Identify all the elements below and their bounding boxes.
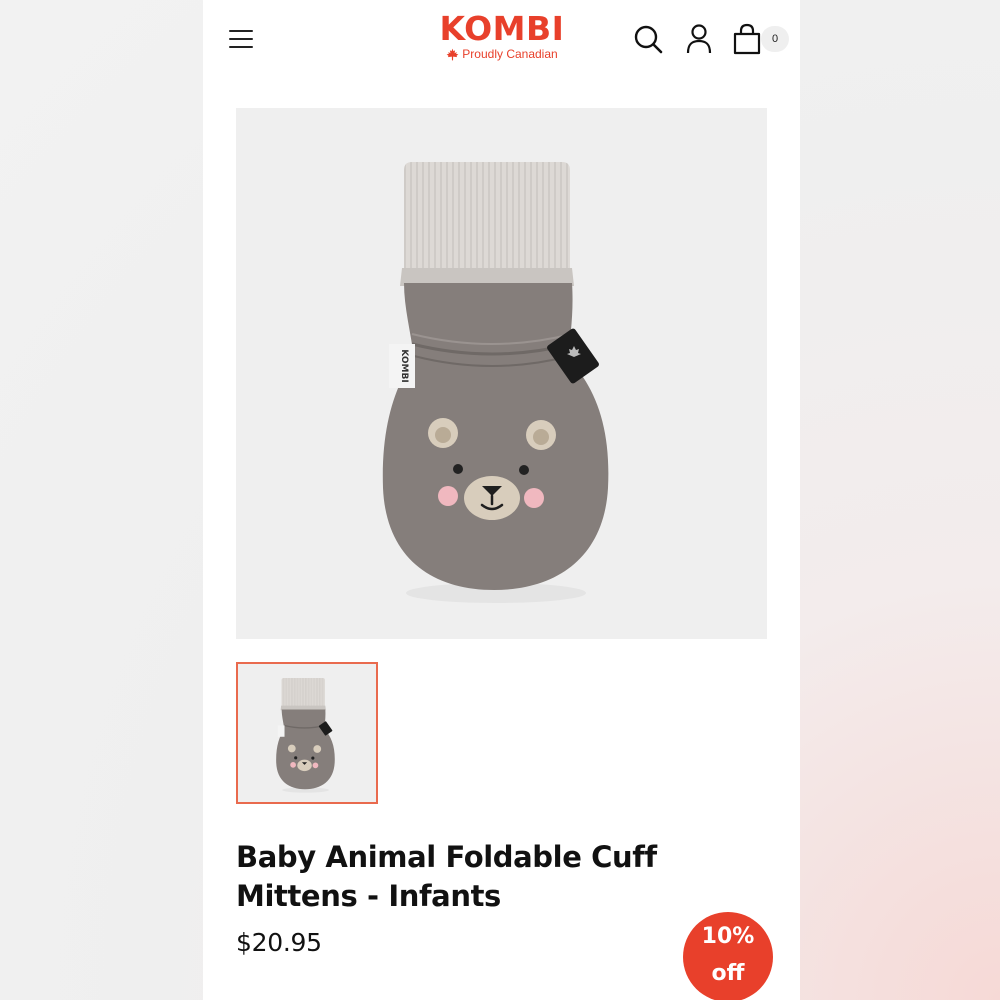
brand-tagline-text: Proudly Canadian [462,47,558,61]
hamburger-icon[interactable] [227,26,255,52]
phone-screen: KOMBI Proudly Canadian 0 KOMBI Baby Anim… [203,0,800,1000]
product-price: $20.95 [236,928,322,957]
brand-logo[interactable]: KOMBI Proudly Canadian [439,9,565,62]
mitten-label-text: KOMBI [399,349,409,382]
bear-mitten-thumbnail[interactable] [236,662,378,804]
bear-mitten-image[interactable]: KOMBI [236,108,767,639]
cart-count-badge[interactable]: 0 [761,26,789,52]
site-header: KOMBI Proudly Canadian 0 [203,0,800,80]
product-title: Baby Animal Foldable Cuff Mittens - Infa… [236,840,657,913]
discount-badge[interactable]: 10% off [683,912,773,1000]
discount-percent: 10% [701,924,755,949]
shopping-bag-icon[interactable] [731,22,763,56]
discount-off: off [711,961,745,986]
brand-name: KOMBI [439,9,565,48]
user-icon[interactable] [683,22,715,56]
search-icon[interactable] [633,22,665,56]
brand-tagline: Proudly Canadian [439,47,565,61]
maple-leaf-icon [446,48,459,60]
